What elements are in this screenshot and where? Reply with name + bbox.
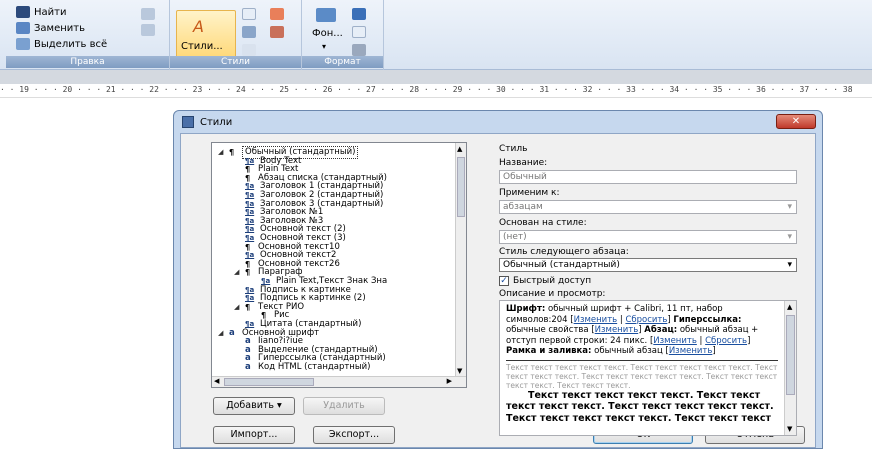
replace-button[interactable]: Заменить: [16, 22, 85, 34]
change-link[interactable]: Изменить: [574, 315, 618, 325]
select-all-icon: [16, 38, 30, 50]
tree-vertical-scrollbar[interactable]: ▲ ▼: [455, 143, 466, 377]
edit-group-label: Правка: [6, 56, 169, 68]
change-link[interactable]: Изменить: [669, 346, 713, 356]
scroll-up-icon[interactable]: ▲: [457, 145, 462, 153]
based-on-dropdown[interactable]: (нет): [499, 230, 797, 244]
background-button[interactable]: Фон...: [312, 28, 343, 39]
edit-group: Найти Заменить Выделить всё Правка: [6, 0, 170, 70]
style-icon[interactable]: [242, 26, 256, 38]
styles-tree[interactable]: ◢ ¶ Обычный (стандартный) ¶a Body Text ¶ Plain…: [211, 142, 467, 388]
background-icon: [316, 8, 336, 22]
description-scrollbar[interactable]: ▲ ▼: [784, 301, 796, 435]
export-button[interactable]: Экспорт...: [313, 426, 395, 444]
style-icon[interactable]: [242, 44, 256, 56]
next-style-dropdown[interactable]: Обычный (стандартный): [499, 258, 797, 272]
chevron-down-icon: ▾: [322, 42, 327, 51]
format-group-label: Формат: [302, 56, 383, 68]
find-button[interactable]: Найти: [16, 6, 66, 18]
add-button[interactable]: Добавить ▾: [213, 397, 295, 415]
change-link[interactable]: Изменить: [653, 336, 697, 346]
dialog-title: Стили: [200, 116, 233, 128]
apply-label: Применим к:: [499, 188, 560, 198]
replace-icon: [16, 22, 30, 34]
next-style-label: Стиль следующего абзаца:: [499, 247, 629, 257]
styles-icon: A: [193, 17, 204, 36]
style-icon[interactable]: [270, 26, 284, 38]
scroll-right-icon[interactable]: ▶: [447, 377, 452, 385]
tree-item[interactable]: a Код HTML (стандартный): [234, 362, 370, 373]
reset-link[interactable]: Сбросить: [625, 315, 667, 325]
ruler: · · 19 · · · 20 · · · 21 · · · 22 · · · …: [0, 84, 872, 98]
description-preview[interactable]: Шрифт: обычный шрифт + Calibri, 11 пт, н…: [499, 300, 797, 436]
dialog-titlebar[interactable]: Стили: [174, 111, 822, 133]
scroll-up-icon[interactable]: ▲: [787, 303, 792, 311]
toolbar-band: [0, 70, 872, 84]
preview-sample-text: Текст текст текст текст текст. Текст тек…: [506, 389, 774, 424]
html-icon[interactable]: [352, 8, 366, 20]
tree-scroll-thumb[interactable]: [457, 157, 465, 217]
name-label: Название:: [499, 158, 548, 168]
format-group: Фон... ▾ Формат: [302, 0, 384, 70]
delete-button[interactable]: Удалить: [303, 397, 385, 415]
expand-icon[interactable]: ◢: [218, 328, 226, 339]
ribbon: Найти Заменить Выделить всё Правка A Сти…: [0, 0, 872, 70]
import-button[interactable]: Импорт...: [213, 426, 295, 444]
tree-hscroll-thumb[interactable]: [224, 378, 314, 386]
tree-item-label: Код HTML (стандартный): [258, 362, 371, 372]
description-text: Шрифт: обычный шрифт + Calibri, 11 пт, н…: [506, 304, 778, 424]
based-on-label: Основан на стиле:: [499, 218, 587, 228]
styles-group: A Стили... Стили: [170, 0, 302, 70]
dialog-client: ◢ ¶ Обычный (стандартный) ¶a Body Text ¶ Plain…: [180, 133, 816, 448]
page-icon[interactable]: [352, 26, 366, 38]
select-all-button[interactable]: Выделить всё: [16, 38, 107, 50]
styles-group-label: Стили: [170, 56, 301, 68]
character-style-icon: a: [245, 362, 251, 372]
paint-icon[interactable]: [352, 44, 366, 56]
expand-icon[interactable]: ◢: [234, 267, 242, 278]
name-field[interactable]: Обычный: [499, 170, 797, 184]
expand-icon[interactable]: ◢: [218, 147, 226, 158]
description-label: Описание и просмотр:: [499, 289, 606, 299]
apply-dropdown[interactable]: абзацам: [499, 200, 797, 214]
quick-access-checkbox[interactable]: ✓ Быстрый доступ: [499, 276, 591, 286]
list-icon[interactable]: [141, 24, 155, 36]
style-icon[interactable]: [242, 8, 256, 20]
check-icon: ✓: [499, 276, 509, 286]
styles-button[interactable]: A Стили...: [176, 10, 236, 58]
reset-link[interactable]: Сбросить: [705, 336, 747, 346]
scroll-down-icon[interactable]: ▼: [787, 425, 792, 433]
scroll-down-icon[interactable]: ▼: [457, 367, 462, 375]
scroll-left-icon[interactable]: ◀: [214, 377, 219, 385]
binoculars-icon: [16, 6, 30, 18]
close-button[interactable]: ✕: [776, 114, 816, 129]
list-icon[interactable]: [141, 8, 155, 20]
styles-dialog: Стили ✕ ◢ ¶ Обычный (стандартный) ¶a Body Te…: [173, 110, 823, 449]
style-group-title: Стиль: [499, 144, 528, 154]
preview-previous-text: Текст текст текст текст текст. Текст тек…: [506, 362, 778, 390]
tree-horizontal-scrollbar[interactable]: ◀ ▶: [212, 376, 466, 387]
preview-divider: [506, 359, 778, 361]
expand-icon[interactable]: ◢: [234, 302, 242, 313]
description-scroll-thumb[interactable]: [786, 315, 795, 395]
change-link[interactable]: Изменить: [595, 325, 639, 335]
style-icon[interactable]: [270, 8, 284, 20]
styles-dialog-icon: [182, 116, 194, 128]
